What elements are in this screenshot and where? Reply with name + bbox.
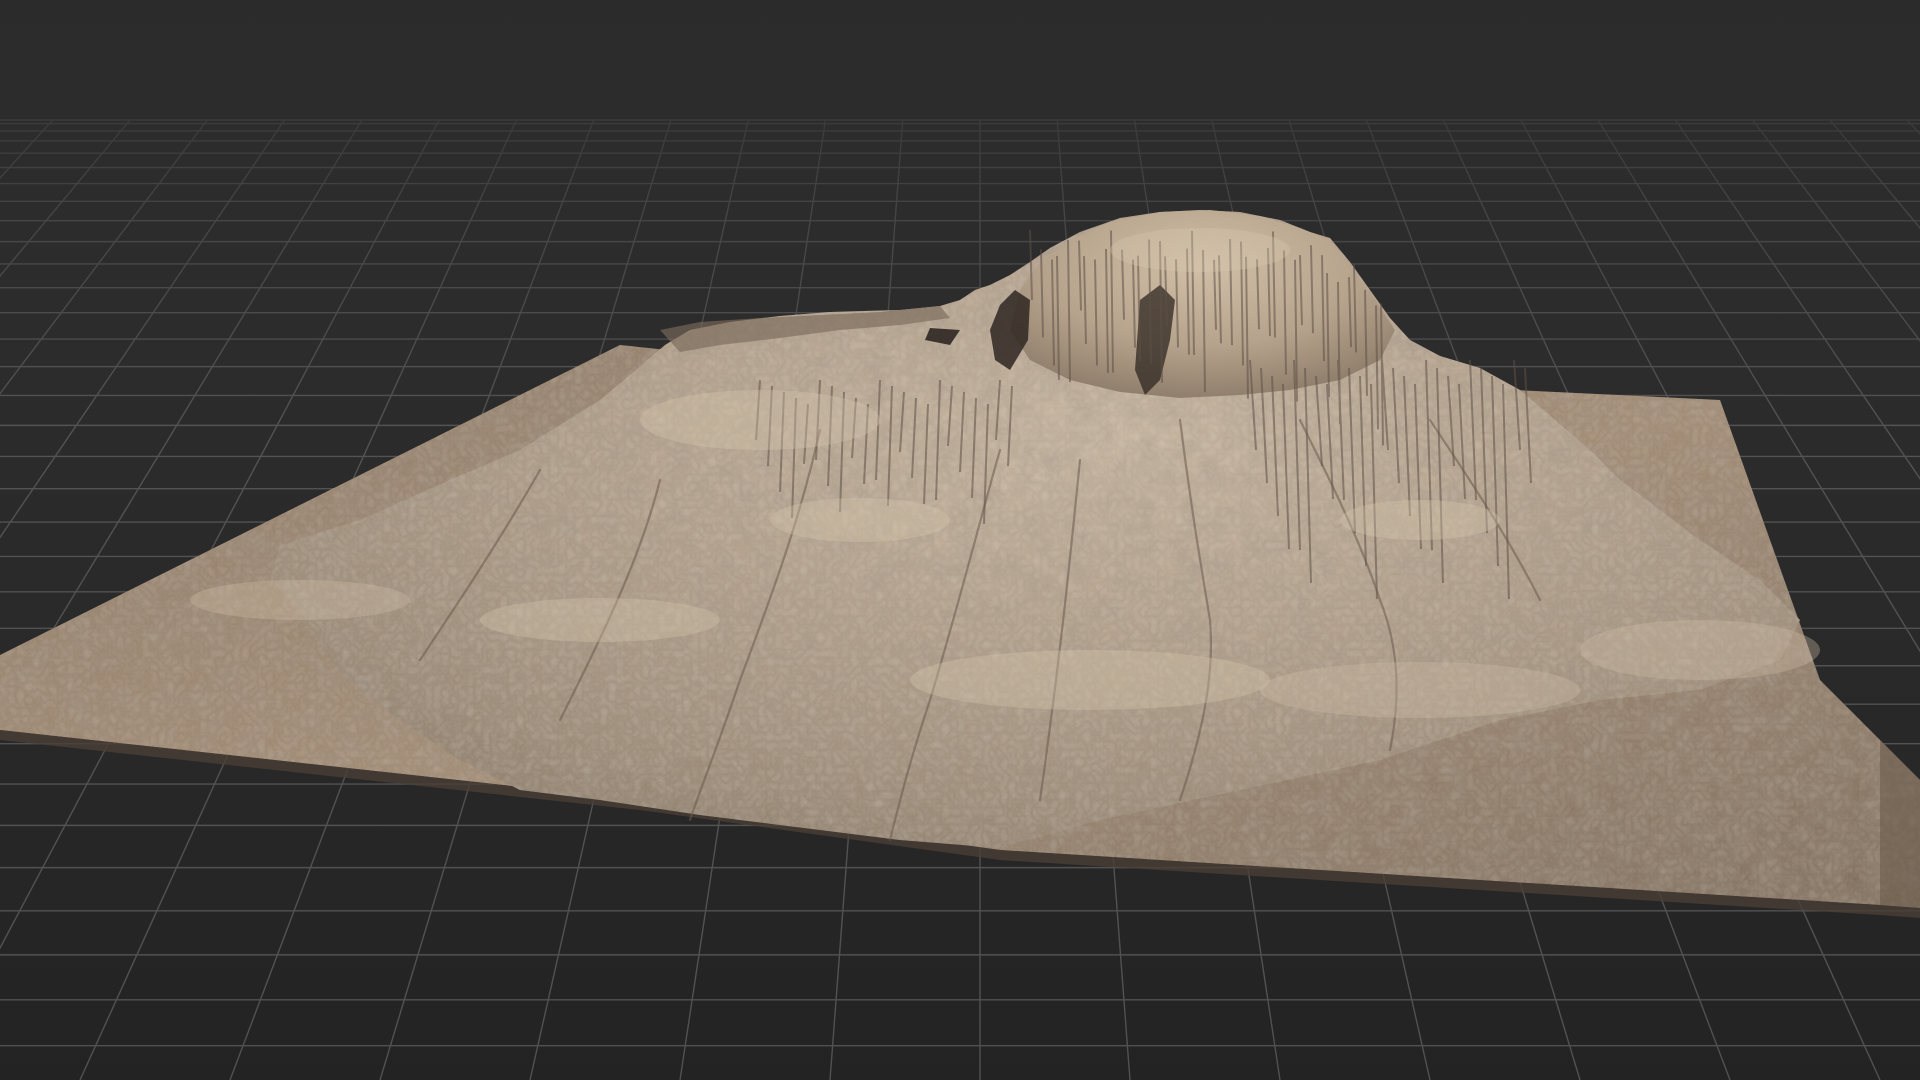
3d-viewport[interactable]: [0, 0, 1920, 1080]
viewport-canvas[interactable]: [0, 0, 1920, 1080]
